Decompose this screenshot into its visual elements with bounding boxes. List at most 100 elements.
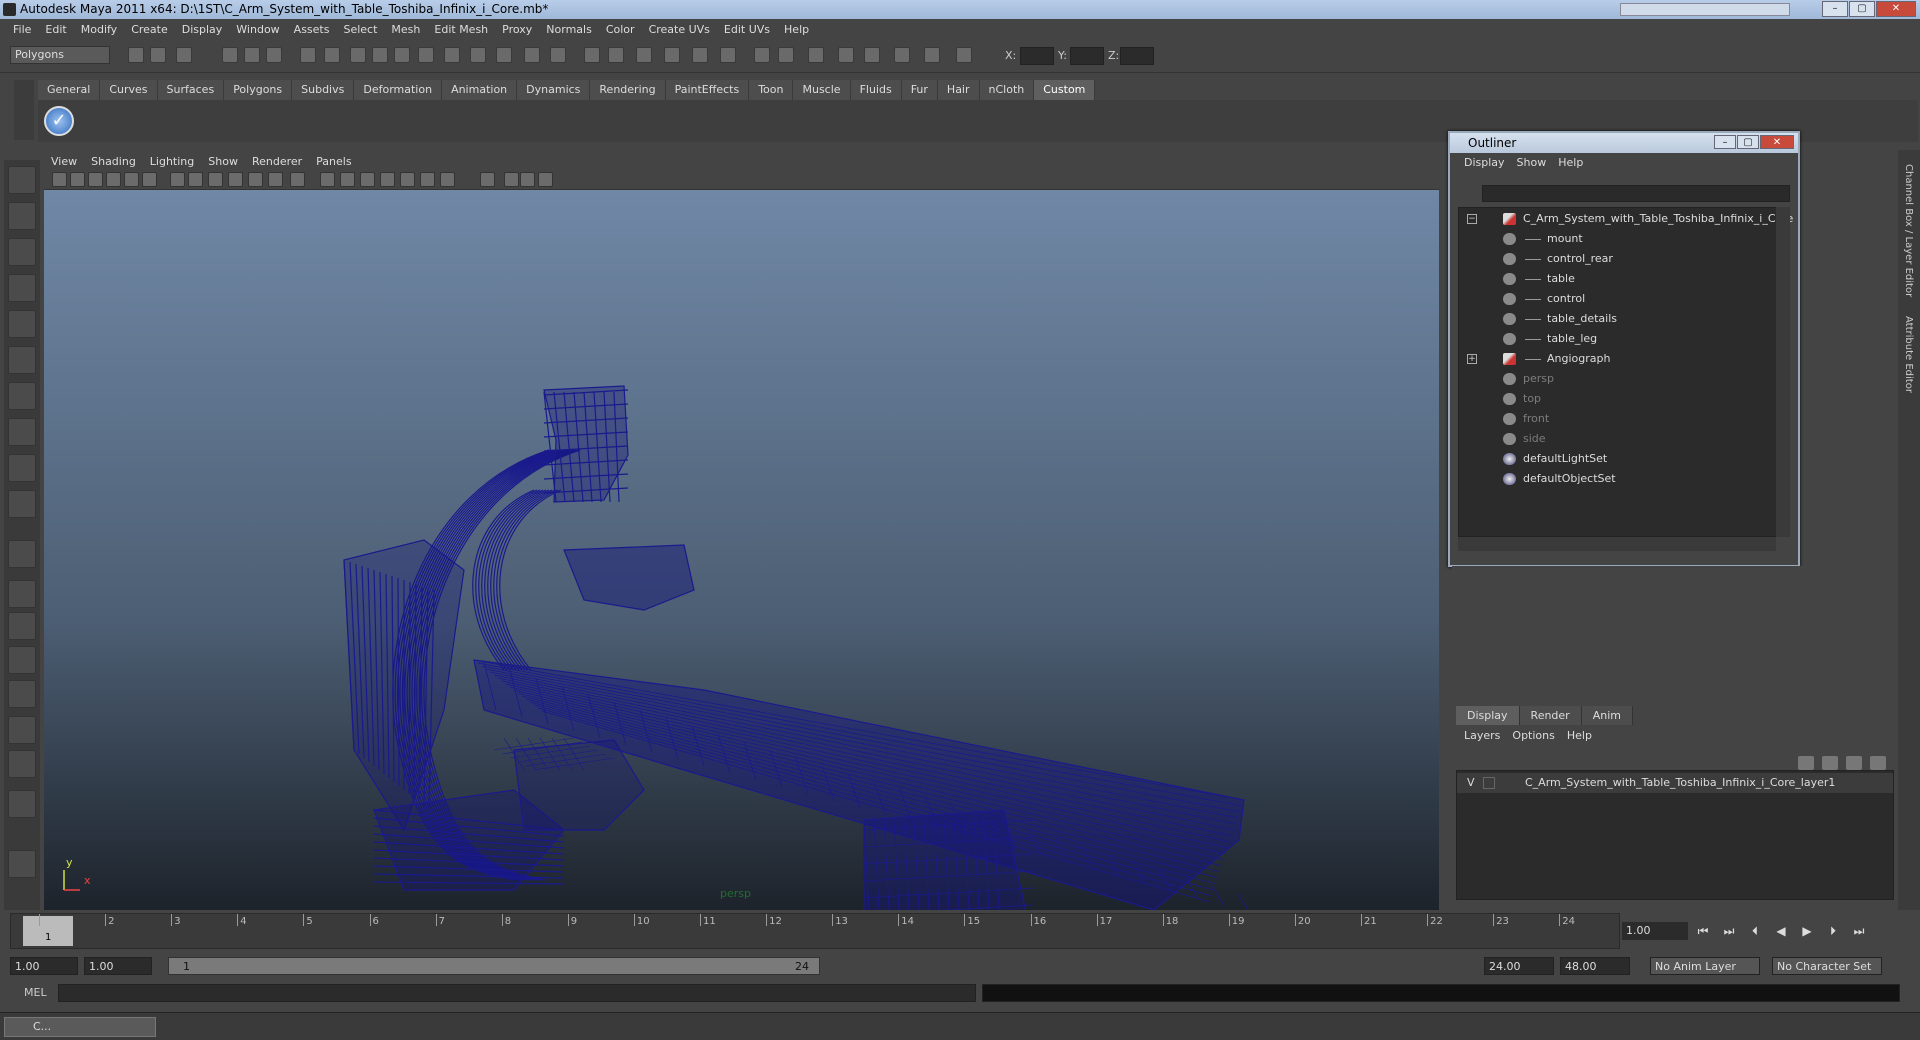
start-time-field[interactable]: 1.00 bbox=[10, 957, 78, 975]
viewport-tool-icon[interactable] bbox=[248, 172, 263, 187]
go-start-icon[interactable]: ⏮ bbox=[1694, 924, 1712, 940]
outliner-menu-show[interactable]: Show bbox=[1511, 156, 1553, 169]
shelf-tab-animation[interactable]: Animation bbox=[442, 80, 518, 100]
current-time-field[interactable]: 1.00 bbox=[1622, 922, 1688, 940]
viewport-tool-icon[interactable] bbox=[380, 172, 395, 187]
viewport-tool-icon[interactable] bbox=[538, 172, 553, 187]
outliner-hscrollbar[interactable] bbox=[1458, 537, 1776, 551]
x-field[interactable] bbox=[1020, 47, 1054, 65]
viewport-menu-shading[interactable]: Shading bbox=[84, 155, 143, 168]
shelf-tab-polygons[interactable]: Polygons bbox=[224, 80, 293, 100]
status-tool-icon[interactable] bbox=[838, 47, 854, 63]
outliner-vscrollbar[interactable] bbox=[1776, 207, 1790, 537]
tool-button[interactable] bbox=[8, 166, 36, 194]
mel-label[interactable]: MEL bbox=[24, 986, 47, 999]
shelf-tab-surfaces[interactable]: Surfaces bbox=[157, 80, 225, 100]
outliner-minimize-button[interactable]: – bbox=[1714, 135, 1736, 149]
layer-tab-display[interactable]: Display bbox=[1456, 706, 1520, 725]
status-tool-icon[interactable] bbox=[720, 47, 736, 63]
viewport-menu-renderer[interactable]: Renderer bbox=[245, 155, 309, 168]
shelf-tab-ncloth[interactable]: nCloth bbox=[979, 80, 1035, 100]
tool-button[interactable] bbox=[8, 274, 36, 302]
menu-normals[interactable]: Normals bbox=[539, 23, 599, 36]
help-search-input[interactable] bbox=[1620, 3, 1790, 16]
viewport-tool-icon[interactable] bbox=[440, 172, 455, 187]
range-slider[interactable]: 1 24 bbox=[168, 957, 820, 975]
viewport-tool-icon[interactable] bbox=[124, 172, 139, 187]
viewport-tool-icon[interactable] bbox=[228, 172, 243, 187]
shelf-tab-deformation[interactable]: Deformation bbox=[354, 80, 443, 100]
tool-button[interactable] bbox=[8, 716, 36, 744]
status-tool-icon[interactable] bbox=[584, 47, 600, 63]
step-forward-icon[interactable]: ⏵ bbox=[1824, 924, 1842, 940]
new-layer-selected-icon[interactable] bbox=[1822, 756, 1838, 770]
z-field[interactable] bbox=[1120, 47, 1154, 65]
tool-button[interactable] bbox=[8, 646, 36, 674]
tool-button[interactable] bbox=[8, 238, 36, 266]
channel-box-tab[interactable]: Channel Box / Layer Editor bbox=[1903, 164, 1914, 297]
viewport-tool-icon[interactable] bbox=[400, 172, 415, 187]
menu-window[interactable]: Window bbox=[229, 23, 286, 36]
tool-button[interactable] bbox=[8, 490, 36, 518]
viewport-tool-icon[interactable] bbox=[142, 172, 157, 187]
status-tool-icon[interactable] bbox=[418, 47, 434, 63]
status-tool-icon[interactable] bbox=[956, 47, 972, 63]
menu-assets[interactable]: Assets bbox=[287, 23, 337, 36]
y-field[interactable] bbox=[1070, 47, 1104, 65]
status-tool-icon[interactable] bbox=[524, 47, 540, 63]
anim-start-field[interactable]: 1.00 bbox=[84, 957, 152, 975]
tool-button[interactable] bbox=[8, 750, 36, 778]
menu-edit[interactable]: Edit bbox=[38, 23, 73, 36]
status-tool-icon[interactable] bbox=[350, 47, 366, 63]
status-tool-icon[interactable] bbox=[372, 47, 388, 63]
menu-display[interactable]: Display bbox=[175, 23, 230, 36]
anim-layer-select[interactable]: No Anim Layer bbox=[1650, 957, 1760, 975]
tool-button[interactable] bbox=[8, 850, 36, 878]
new-layer-icon[interactable] bbox=[1798, 756, 1814, 770]
status-tool-icon[interactable] bbox=[808, 47, 824, 63]
menu-create-uvs[interactable]: Create UVs bbox=[642, 23, 717, 36]
outliner-menu-display[interactable]: Display bbox=[1458, 156, 1511, 169]
minimize-button[interactable]: – bbox=[1822, 1, 1848, 17]
maximize-button[interactable]: ▢ bbox=[1849, 1, 1875, 17]
anim-end-field[interactable]: 48.00 bbox=[1560, 957, 1630, 975]
status-tool-icon[interactable] bbox=[864, 47, 880, 63]
taskbar-item[interactable]: C... bbox=[4, 1017, 156, 1037]
step-back-icon[interactable]: ⏴ bbox=[1746, 924, 1764, 940]
layer-menu-layers[interactable]: Layers bbox=[1458, 726, 1506, 745]
viewport-menu-view[interactable]: View bbox=[44, 155, 84, 168]
menu-proxy[interactable]: Proxy bbox=[495, 23, 539, 36]
close-button[interactable]: ✕ bbox=[1876, 1, 1916, 17]
viewport-tool-icon[interactable] bbox=[88, 172, 103, 187]
viewport-tool-icon[interactable] bbox=[70, 172, 85, 187]
outliner-menu-help[interactable]: Help bbox=[1552, 156, 1589, 169]
menu-edit-mesh[interactable]: Edit Mesh bbox=[427, 23, 495, 36]
layer-sort-icon[interactable] bbox=[1870, 756, 1886, 770]
shelf-tab-hair[interactable]: Hair bbox=[937, 80, 980, 100]
expand-toggle-icon[interactable]: − bbox=[1467, 214, 1477, 224]
status-tool-icon[interactable] bbox=[496, 47, 512, 63]
shelf-tab-curves[interactable]: Curves bbox=[100, 80, 158, 100]
shelf-tab-rendering[interactable]: Rendering bbox=[590, 80, 666, 100]
layer-menu-options[interactable]: Options bbox=[1506, 726, 1560, 745]
shelf-tab-muscle[interactable]: Muscle bbox=[793, 80, 851, 100]
status-tool-icon[interactable] bbox=[150, 47, 166, 63]
status-tool-icon[interactable] bbox=[894, 47, 910, 63]
shelf-tab-toon[interactable]: Toon bbox=[749, 80, 794, 100]
status-tool-icon[interactable] bbox=[636, 47, 652, 63]
expand-toggle-icon[interactable]: + bbox=[1467, 354, 1477, 364]
time-slider[interactable]: 1 1 2 3 4 5 6 7 8 9 10 11 12 13 14 15 16 17 18 19 20 21 22 23 2… bbox=[10, 913, 1620, 949]
shelf-tab-painteffects[interactable]: PaintEffects bbox=[665, 80, 750, 100]
viewport-menu-panels[interactable]: Panels bbox=[309, 155, 358, 168]
viewport-tool-icon[interactable] bbox=[290, 172, 305, 187]
menu-color[interactable]: Color bbox=[599, 23, 642, 36]
layer-options-icon[interactable] bbox=[1846, 756, 1862, 770]
layer-menu-help[interactable]: Help bbox=[1561, 726, 1598, 745]
shelf-controls[interactable] bbox=[14, 80, 34, 140]
character-set-select[interactable]: No Character Set bbox=[1772, 957, 1882, 975]
viewport-tool-icon[interactable] bbox=[320, 172, 335, 187]
step-back-key-icon[interactable]: ⏭ bbox=[1720, 924, 1738, 940]
menu-file[interactable]: File bbox=[6, 23, 38, 36]
attribute-editor-tab[interactable]: Attribute Editor bbox=[1903, 316, 1914, 393]
shelf-tab-dynamics[interactable]: Dynamics bbox=[517, 80, 591, 100]
